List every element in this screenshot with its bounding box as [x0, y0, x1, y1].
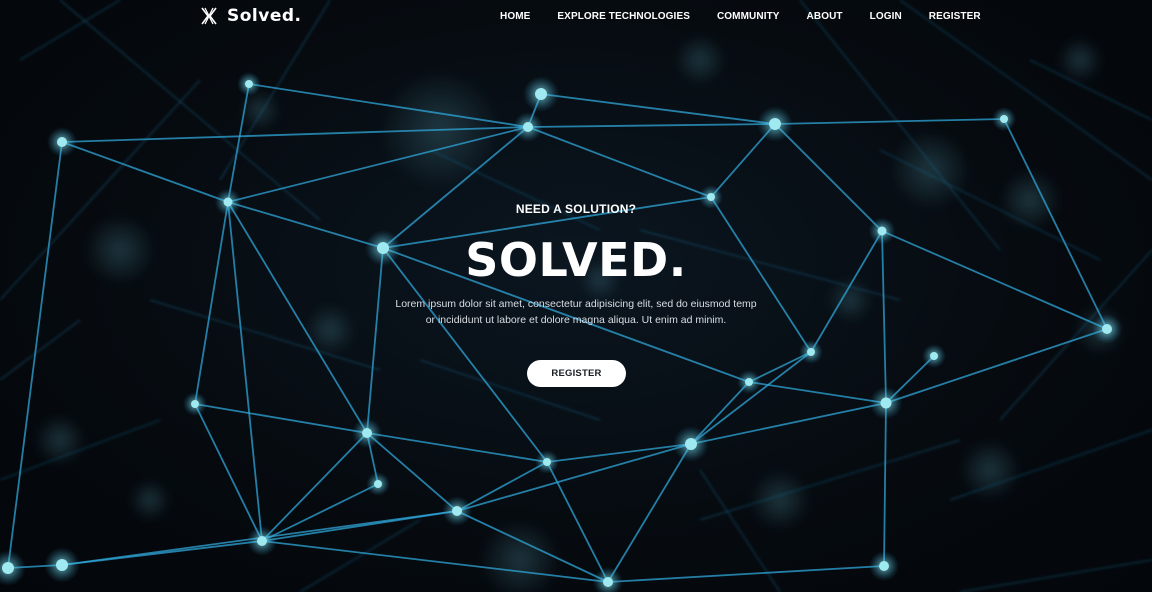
- hero-description-line-1: Lorem ipsum dolor sit amet, consectetur …: [395, 298, 757, 310]
- hero-eyebrow: NEED A SOLUTION?: [515, 202, 637, 216]
- register-button[interactable]: REGISTER: [527, 360, 626, 387]
- hero-description-line-2: or incididunt ut labore et dolore magna …: [425, 314, 727, 326]
- hero-title: SOLVED.: [465, 233, 687, 287]
- landing-page: Solved. HOME EXPLORE TECHNOLOGIES COMMUN…: [0, 0, 1152, 592]
- hero-section: NEED A SOLUTION? SOLVED. Lorem ipsum dol…: [0, 0, 1152, 592]
- hero-description: Lorem ipsum dolor sit amet, consectetur …: [376, 296, 776, 328]
